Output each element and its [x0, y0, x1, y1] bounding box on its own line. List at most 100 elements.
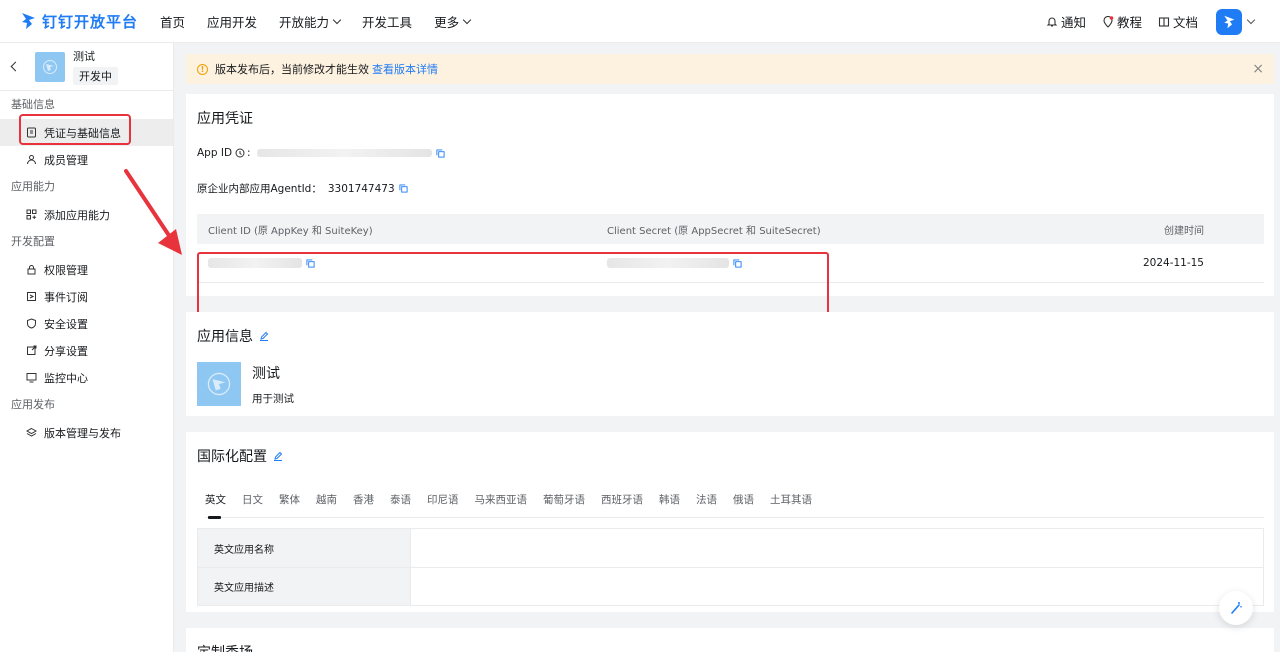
- top-nav: 钉钉开放平台 首页 应用开发 开放能力 开发工具 更多 通知 教程 文档: [0, 0, 1280, 43]
- edit-icon[interactable]: [273, 451, 283, 461]
- sidebar-item-versions[interactable]: 版本管理与发布: [0, 419, 173, 446]
- nav-more[interactable]: 更多: [434, 12, 472, 31]
- app-info-title: 应用信息: [197, 329, 253, 345]
- tab-hongkong[interactable]: 香港: [353, 492, 374, 517]
- credentials-card: 应用凭证 App ID : 原企业内部应用AgentId： 3301747473…: [186, 94, 1274, 336]
- table-row: 英文应用名称: [198, 529, 1263, 567]
- sidebar-app-header: 测试 开发中: [0, 43, 173, 91]
- sidebar-item-label: 成员管理: [44, 153, 88, 167]
- i18n-table: 英文应用名称 英文应用描述: [197, 528, 1264, 606]
- dingtalk-logo-icon: [22, 13, 35, 29]
- tab-english[interactable]: 英文: [205, 492, 226, 519]
- agent-id-row: 原企业内部应用AgentId： 3301747473: [197, 181, 1263, 196]
- sidebar-item-label: 版本管理与发布: [44, 426, 121, 440]
- showcase-card: 定制秀场: [186, 628, 1274, 652]
- nav-open-capability[interactable]: 开放能力: [279, 12, 342, 31]
- back-arrow-icon[interactable]: [10, 61, 21, 72]
- app-thumbnail: [35, 51, 65, 82]
- table-row: 英文应用描述: [198, 567, 1263, 605]
- sidebar-item-monitor[interactable]: 监控中心: [0, 364, 173, 391]
- ai-assistant-button[interactable]: [1219, 591, 1253, 625]
- i18n-row-label: 英文应用描述: [198, 568, 411, 605]
- tab-korean[interactable]: 韩语: [659, 492, 680, 517]
- nav-app-dev[interactable]: 应用开发: [207, 12, 257, 31]
- i18n-row-value: [411, 529, 1263, 567]
- help-icon[interactable]: [235, 148, 245, 158]
- sidebar-item-credentials[interactable]: 凭证与基础信息: [0, 119, 173, 146]
- sidebar-item-security[interactable]: 安全设置: [0, 310, 173, 337]
- tab-portuguese[interactable]: 葡萄牙语: [543, 492, 585, 517]
- copy-icon[interactable]: [399, 184, 408, 193]
- avatar[interactable]: [1216, 8, 1242, 35]
- app-info-title-row: 应用信息: [197, 312, 1263, 346]
- tutorial-button[interactable]: 教程: [1102, 12, 1142, 31]
- app-id-label: App ID: [197, 147, 233, 159]
- shield-icon: [27, 318, 36, 329]
- created-date: 2024-11-15: [1142, 257, 1204, 269]
- group-title-release: 应用发布: [11, 398, 55, 411]
- app-icon: [197, 362, 241, 406]
- docs-button[interactable]: 文档: [1158, 12, 1198, 31]
- tab-vietnamese[interactable]: 越南: [316, 492, 337, 517]
- tab-spanish[interactable]: 西班牙语: [601, 492, 643, 517]
- tab-thai[interactable]: 泰语: [390, 492, 411, 517]
- tab-french[interactable]: 法语: [696, 492, 717, 517]
- close-icon[interactable]: ×: [1252, 62, 1264, 76]
- bell-icon: [1046, 17, 1058, 27]
- app-name: 测试: [252, 365, 280, 382]
- tab-japanese[interactable]: 日文: [242, 492, 263, 517]
- chevron-down-icon: [462, 15, 472, 24]
- chevron-down-icon[interactable]: [1246, 15, 1256, 25]
- share-icon: [27, 345, 37, 355]
- tab-turkish[interactable]: 土耳其语: [770, 492, 812, 517]
- brand-logo[interactable]: 钉钉开放平台: [20, 11, 148, 32]
- sidebar-item-events[interactable]: 事件订阅: [0, 283, 173, 310]
- sidebar-item-share[interactable]: 分享设置: [0, 337, 173, 364]
- app-logo-icon: [207, 372, 231, 396]
- copy-icon[interactable]: [733, 258, 742, 268]
- i18n-title-row: 国际化配置: [197, 432, 1263, 466]
- i18n-title: 国际化配置: [197, 449, 267, 465]
- location-pin-icon: [1103, 15, 1114, 28]
- copy-icon[interactable]: [436, 148, 445, 158]
- column-client-secret: Client Secret (原 AppSecret 和 SuiteSecret…: [607, 225, 821, 237]
- tab-russian[interactable]: 俄语: [733, 492, 754, 517]
- app-logo-icon: [43, 59, 57, 74]
- nav-more-label: 更多: [434, 14, 460, 30]
- sidebar-item-members[interactable]: 成员管理: [0, 146, 173, 173]
- edit-icon[interactable]: [259, 331, 269, 341]
- tab-indonesian[interactable]: 印尼语: [427, 492, 459, 517]
- sidebar-item-permissions[interactable]: 权限管理: [0, 256, 173, 283]
- tab-traditional[interactable]: 繁体: [279, 492, 300, 517]
- status-badge: 开发中: [73, 67, 118, 85]
- sidebar-item-label: 添加应用能力: [44, 208, 110, 222]
- sidebar-item-label: 安全设置: [44, 317, 88, 331]
- tab-malay[interactable]: 马来西亚语: [475, 492, 528, 517]
- warning-icon: !: [197, 63, 208, 75]
- app-id-value-masked: [256, 149, 432, 157]
- copy-icon[interactable]: [306, 258, 315, 268]
- notice-text: 版本发布后，当前修改才能生效: [215, 63, 369, 76]
- app-info-body: 测试 用于测试: [197, 362, 1263, 416]
- nav-open-capability-label: 开放能力: [279, 14, 330, 30]
- event-icon: [27, 292, 36, 301]
- nav-dev-tools[interactable]: 开发工具: [362, 12, 412, 31]
- notice-link[interactable]: 查看版本详情: [372, 61, 438, 77]
- nav-home[interactable]: 首页: [160, 12, 185, 31]
- chevron-down-icon: [332, 15, 342, 24]
- credentials-table: Client ID (原 AppKey 和 SuiteKey) Client S…: [197, 214, 1264, 283]
- notify-button[interactable]: 通知: [1046, 12, 1086, 31]
- group-title-basic: 基础信息: [11, 98, 55, 111]
- monitor-icon: [26, 373, 37, 383]
- group-title-dev-config: 开发配置: [11, 235, 55, 248]
- sidebar-item-label: 分享设置: [44, 344, 88, 358]
- showcase-title: 定制秀场: [197, 628, 1263, 652]
- notice-bar: ! 版本发布后，当前修改才能生效 查看版本详情 ×: [186, 54, 1274, 84]
- sidebar-item-add-capability[interactable]: 添加应用能力: [0, 201, 173, 228]
- client-secret-masked: [607, 258, 729, 268]
- grid-plus-icon: [26, 209, 37, 220]
- app-info-card: 应用信息 测试 用于测试: [186, 312, 1274, 416]
- brand-name: 钉钉开放平台: [42, 12, 139, 31]
- sidebar-item-label: 事件订阅: [44, 290, 88, 304]
- sidebar-item-label: 凭证与基础信息: [44, 126, 121, 140]
